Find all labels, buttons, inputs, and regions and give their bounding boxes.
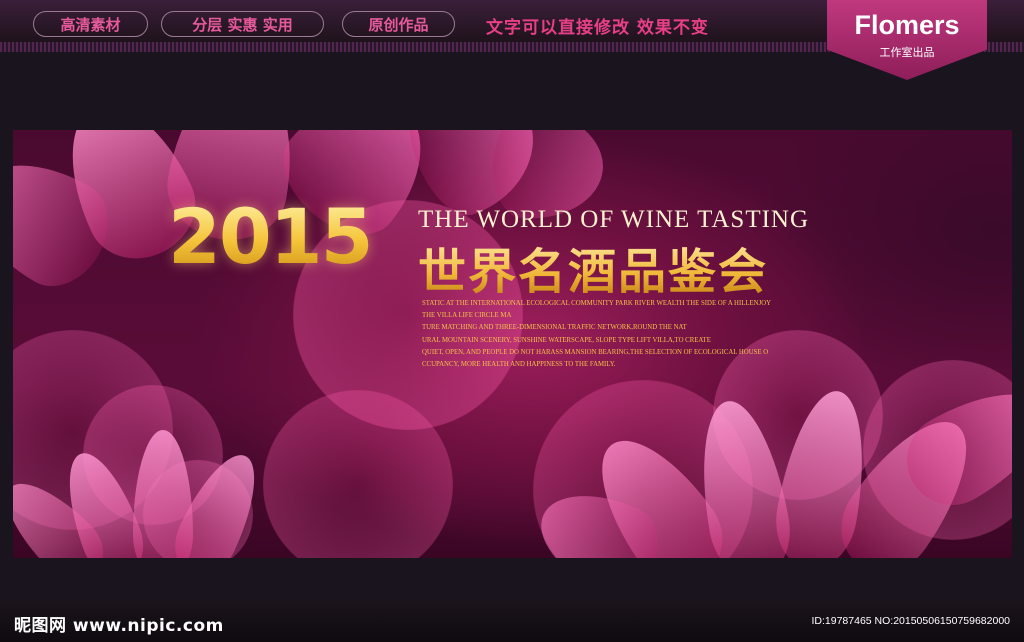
slogan: 文字可以直接修改 效果不变 [486, 18, 709, 38]
paragraph-line: QUIET, OPEN, AND PEOPLE DO NOT HARASS MA… [422, 348, 769, 356]
event-year: 2015 [168, 192, 374, 281]
pill-hd-material: 高清素材 [33, 11, 148, 37]
image-id-info: ID:19787465 NO:20150506150759682000 [811, 615, 1010, 627]
studio-logo: Flomers 工作室出品 [827, 0, 987, 80]
description-paragraph: STATIC AT THE INTERNATIONAL ECOLOGICAL C… [422, 298, 982, 371]
banner-poster: 2015 THE WORLD OF WINE TASTING 世界名酒品鉴会 S… [13, 130, 1012, 558]
paragraph-line: STATIC AT THE INTERNATIONAL ECOLOGICAL C… [422, 300, 772, 307]
pill-layered: 分层 实惠 实用 [161, 11, 324, 37]
paragraph-line: THE VILLA LIFE CIRCLE MA [422, 312, 512, 320]
site-watermark: 昵图网 www.nipic.com [14, 616, 224, 636]
logo-sub: 工作室出品 [879, 46, 935, 59]
pill-original: 原创作品 [342, 11, 455, 37]
logo-name: Flomers [854, 10, 960, 40]
paragraph-line: URAL MOUNTAIN SCENERY, SUNSHINE WATERSCA… [422, 336, 711, 344]
paragraph-line: CCUPANCY, MORE HEALTH AND HAPPINESS TO T… [422, 360, 616, 368]
english-title: THE WORLD OF WINE TASTING [418, 206, 810, 233]
paragraph-line: TURE MATCHING AND THREE-DIMENSIONAL TRAF… [422, 324, 687, 332]
chinese-title: 世界名酒品鉴会 [418, 232, 768, 302]
